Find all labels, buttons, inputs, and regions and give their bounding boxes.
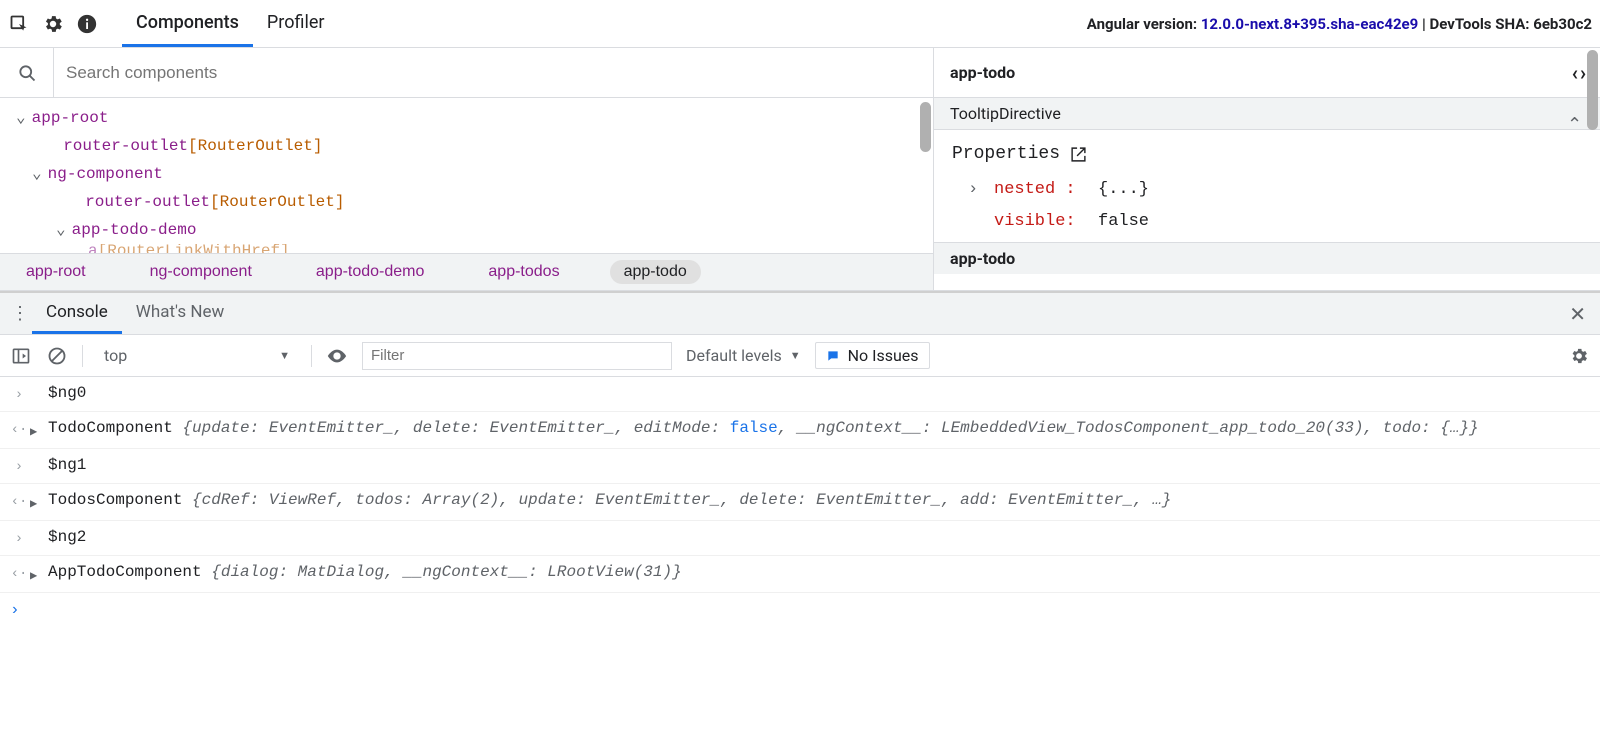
- crumb-item[interactable]: ng-component: [136, 260, 266, 284]
- properties-title: Properties: [952, 138, 1060, 170]
- input-chevron-icon: ›: [8, 380, 30, 408]
- props-header: app-todo ‹ ›: [934, 48, 1600, 98]
- properties-body: Properties › nested : {...} visible: fal…: [934, 130, 1600, 242]
- crumb-item[interactable]: app-todos: [474, 260, 573, 284]
- tab-console[interactable]: Console: [32, 293, 122, 334]
- search-row: [0, 48, 933, 98]
- console-output-line: ‹· ▶ TodoComponent {update: EventEmitter…: [0, 412, 1600, 449]
- drawer: ⋮ Console What's New ✕ top ▼: [0, 291, 1600, 627]
- tree-node[interactable]: a[RouterLinkWithHref]: [8, 244, 933, 253]
- console-prompt[interactable]: ›: [0, 593, 1600, 627]
- more-icon[interactable]: ⋮: [8, 303, 32, 324]
- version-info: Angular version: 12.0.0-next.8+395.sha-e…: [1087, 15, 1592, 33]
- expand-icon[interactable]: ▶: [30, 487, 48, 517]
- collapse-icon[interactable]: ⌄: [1567, 112, 1582, 133]
- log-levels-selector[interactable]: Default levels ▼: [686, 346, 801, 365]
- component-tree[interactable]: ⌄app-root router-outlet[RouterOutlet] ⌄n…: [0, 98, 933, 253]
- version-label: Angular version:: [1087, 15, 1201, 33]
- expand-icon[interactable]: ▶: [30, 415, 48, 445]
- console-output-line: ‹· ▶ AppTodoComponent {dialog: MatDialog…: [0, 556, 1600, 593]
- tree-node[interactable]: ⌄app-root: [8, 104, 933, 132]
- tab-components[interactable]: Components: [122, 0, 253, 47]
- chevron-down-icon: ▼: [279, 349, 290, 362]
- issues-button[interactable]: No Issues: [815, 342, 930, 369]
- console-output-line: ‹· ▶ TodosComponent {cdRef: ViewRef, tod…: [0, 484, 1600, 521]
- chevron-right-icon[interactable]: ›: [1580, 61, 1586, 85]
- drawer-tabs: ⋮ Console What's New ✕: [0, 293, 1600, 335]
- output-chevron-icon: ‹·: [8, 487, 30, 515]
- top-toolbar: Components Profiler Angular version: 12.…: [0, 0, 1600, 48]
- scrollbar[interactable]: [1587, 50, 1598, 130]
- search-icon[interactable]: [0, 48, 54, 97]
- input-chevron-icon: ›: [8, 452, 30, 480]
- output-chevron-icon: ‹·: [8, 415, 30, 443]
- open-external-icon[interactable]: [1070, 146, 1087, 163]
- info-icon[interactable]: [76, 13, 98, 35]
- devtools-sha: | DevTools SHA: 6eb30c2: [1418, 15, 1592, 33]
- chevron-left-icon[interactable]: ‹: [1572, 61, 1578, 85]
- property-row[interactable]: visible: false: [952, 206, 1584, 238]
- console-input-line: › $ng1: [0, 449, 1600, 484]
- scrollbar[interactable]: [920, 102, 931, 152]
- sidebar-toggle-icon[interactable]: [10, 345, 32, 367]
- tree-node[interactable]: ⌄app-todo-demo: [8, 216, 933, 244]
- property-row[interactable]: › nested : {...}: [952, 174, 1584, 206]
- input-chevron-icon: ›: [8, 524, 30, 552]
- chat-icon: [826, 349, 840, 363]
- tab-profiler[interactable]: Profiler: [253, 0, 339, 47]
- clear-console-icon[interactable]: [46, 345, 68, 367]
- console-log[interactable]: › $ng0 ‹· ▶ TodoComponent {update: Event…: [0, 377, 1600, 627]
- tree-node[interactable]: router-outlet[RouterOutlet]: [8, 188, 933, 216]
- output-chevron-icon: ‹·: [8, 559, 30, 587]
- context-selector[interactable]: top ▼: [97, 343, 297, 368]
- selected-component: app-todo: [950, 63, 1015, 82]
- crumb-item[interactable]: app-todo: [610, 260, 701, 284]
- breadcrumb: app-root ng-component app-todo-demo app-…: [0, 253, 933, 290]
- gear-icon[interactable]: [42, 13, 64, 35]
- main-split: ⌄app-root router-outlet[RouterOutlet] ⌄n…: [0, 48, 1600, 291]
- crumb-item[interactable]: app-root: [12, 260, 100, 284]
- tree-node[interactable]: router-outlet[RouterOutlet]: [8, 132, 933, 160]
- tab-whatsnew[interactable]: What's New: [122, 293, 238, 334]
- inspect-icon[interactable]: [8, 13, 30, 35]
- console-toolbar: top ▼ Default levels ▼ No Issues: [0, 335, 1600, 377]
- filter-input[interactable]: [362, 342, 672, 370]
- context-label: top: [104, 346, 127, 365]
- expand-icon[interactable]: ▶: [30, 559, 48, 589]
- directive-header[interactable]: TooltipDirective: [934, 98, 1600, 130]
- component-section[interactable]: app-todo: [934, 242, 1600, 274]
- crumb-item[interactable]: app-todo-demo: [302, 260, 439, 284]
- console-input-line: › $ng2: [0, 521, 1600, 556]
- chevron-down-icon: ▼: [790, 349, 801, 362]
- chevron-right-icon[interactable]: ›: [968, 174, 980, 206]
- component-tree-pane: ⌄app-root router-outlet[RouterOutlet] ⌄n…: [0, 48, 934, 290]
- tree-node[interactable]: ⌄ng-component: [8, 160, 933, 188]
- properties-pane: app-todo ‹ › TooltipDirective ⌄ Properti…: [934, 48, 1600, 290]
- search-input[interactable]: [54, 63, 933, 83]
- version-link[interactable]: 12.0.0-next.8+395.sha-eac42e9: [1201, 15, 1418, 33]
- eye-icon[interactable]: [326, 345, 348, 367]
- close-icon[interactable]: ✕: [1563, 302, 1592, 326]
- gear-icon[interactable]: [1568, 345, 1590, 367]
- console-input-line: › $ng0: [0, 377, 1600, 412]
